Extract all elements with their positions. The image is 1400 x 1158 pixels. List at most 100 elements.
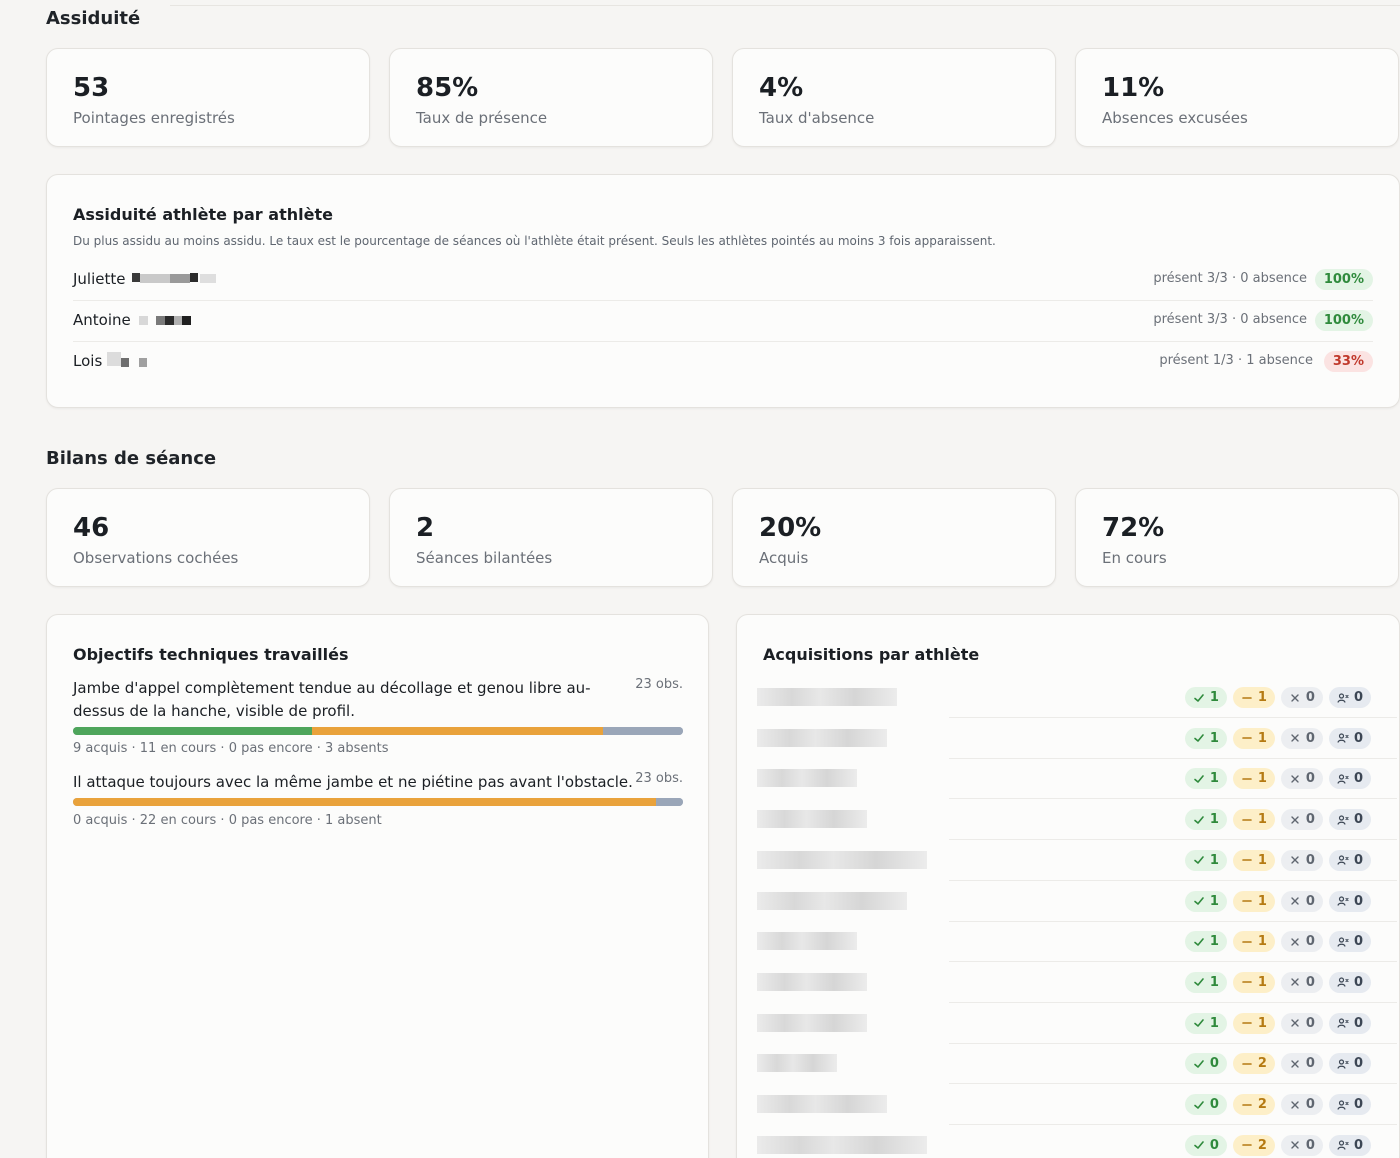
in-progress-count: 2 bbox=[1257, 1056, 1267, 1072]
objective-stats: 9 acquis · 11 en cours · 0 pas encore · … bbox=[73, 741, 389, 756]
in-progress-count: 1 bbox=[1257, 1015, 1267, 1031]
acquisition-row: 1 1 0 0 bbox=[737, 881, 1397, 922]
in-progress-chip: 1 bbox=[1232, 890, 1275, 912]
absent-chip: 0 bbox=[1328, 1012, 1371, 1034]
stat-label: En cours bbox=[1102, 549, 1167, 567]
in-progress-count: 1 bbox=[1257, 974, 1267, 990]
attendance-detail: présent 3/3 · 0 absence bbox=[1153, 312, 1307, 327]
acquisition-row: 0 2 0 0 bbox=[737, 1043, 1397, 1085]
close-icon bbox=[1289, 1017, 1301, 1029]
absent-chip: 0 bbox=[1328, 809, 1371, 831]
check-icon bbox=[1193, 732, 1205, 744]
in-progress-chip: 1 bbox=[1232, 809, 1275, 831]
acquired-count: 0 bbox=[1209, 1137, 1219, 1153]
redacted-surname bbox=[139, 313, 191, 326]
athlete-name: Lois bbox=[73, 352, 103, 370]
acquired-count: 0 bbox=[1209, 1056, 1219, 1072]
close-icon bbox=[1289, 732, 1301, 744]
user-absent-icon bbox=[1337, 1099, 1349, 1111]
attendance-rate-badge: 100% bbox=[1314, 269, 1373, 290]
in-progress-chip: 1 bbox=[1232, 687, 1275, 708]
user-absent-icon bbox=[1337, 895, 1349, 907]
stat-value: 2 bbox=[416, 513, 435, 543]
close-icon bbox=[1289, 692, 1301, 704]
stat-card-reviewed-sessions: 2 Séances bilantées bbox=[389, 488, 713, 587]
absent-chip: 0 bbox=[1328, 971, 1371, 993]
not-yet-chip: 0 bbox=[1280, 890, 1323, 912]
bar-segment-acquired bbox=[73, 727, 312, 735]
in-progress-count: 1 bbox=[1257, 771, 1267, 787]
not-yet-count: 0 bbox=[1305, 690, 1315, 705]
attendance-rate-badge: 100% bbox=[1314, 310, 1373, 331]
dash-icon bbox=[1241, 773, 1253, 785]
in-progress-chip: 2 bbox=[1232, 1094, 1275, 1115]
not-yet-chip: 0 bbox=[1280, 727, 1323, 749]
stat-value: 4% bbox=[759, 73, 804, 103]
absent-chip: 0 bbox=[1328, 1094, 1371, 1115]
user-absent-icon bbox=[1337, 814, 1349, 826]
absent-chip: 0 bbox=[1328, 849, 1371, 871]
not-yet-chip: 0 bbox=[1280, 971, 1323, 993]
stat-value: 72% bbox=[1102, 513, 1165, 543]
objective-obs-count: 23 obs. bbox=[635, 771, 683, 786]
stat-value: 53 bbox=[73, 73, 110, 103]
not-yet-chip: 0 bbox=[1280, 687, 1323, 708]
stat-value: 20% bbox=[759, 513, 822, 543]
dash-icon bbox=[1241, 1139, 1253, 1151]
acquisition-badges: 1 1 0 0 bbox=[1184, 768, 1371, 790]
redacted-surname bbox=[132, 272, 216, 285]
stat-value: 46 bbox=[73, 513, 110, 543]
acquisition-badges: 1 1 0 0 bbox=[1184, 849, 1371, 871]
bar-segment-in-progress bbox=[311, 727, 604, 735]
absent-chip: 0 bbox=[1328, 890, 1371, 912]
dash-icon bbox=[1241, 895, 1253, 907]
redacted-athlete-name bbox=[757, 932, 857, 951]
user-absent-icon bbox=[1337, 854, 1349, 866]
dash-icon bbox=[1241, 976, 1253, 988]
close-icon bbox=[1289, 1099, 1301, 1111]
acquisition-badges: 1 1 0 0 bbox=[1184, 809, 1371, 831]
user-absent-icon bbox=[1337, 732, 1349, 744]
stat-label: Taux de présence bbox=[416, 109, 548, 127]
in-progress-chip: 2 bbox=[1232, 1053, 1275, 1075]
acquisition-row: 1 1 0 0 bbox=[737, 840, 1397, 881]
not-yet-count: 0 bbox=[1305, 893, 1315, 909]
close-icon bbox=[1289, 895, 1301, 907]
redacted-athlete-name bbox=[757, 1054, 837, 1073]
absent-chip: 0 bbox=[1328, 1134, 1371, 1156]
check-icon bbox=[1193, 976, 1205, 988]
stat-label: Absences excusées bbox=[1102, 109, 1248, 127]
stat-card-presence-rate: 85% Taux de présence bbox=[389, 48, 713, 147]
not-yet-count: 0 bbox=[1305, 1056, 1315, 1072]
in-progress-count: 1 bbox=[1257, 893, 1267, 909]
acquisition-badges: 1 1 0 0 bbox=[1184, 931, 1371, 953]
acquisition-badges: 1 1 0 0 bbox=[1184, 971, 1371, 993]
absent-count: 0 bbox=[1353, 852, 1363, 868]
in-progress-count: 1 bbox=[1257, 934, 1267, 950]
objective-item: Jambe d'appel complètement tendue au déc… bbox=[73, 677, 683, 757]
not-yet-chip: 0 bbox=[1280, 931, 1323, 953]
redacted-athlete-name bbox=[757, 891, 907, 910]
stat-card-records: 53 Pointages enregistrés bbox=[46, 48, 370, 147]
redacted-athlete-name bbox=[757, 850, 927, 869]
objective-text: Il attaque toujours avec la même jambe e… bbox=[73, 773, 633, 791]
absent-count: 0 bbox=[1353, 934, 1363, 950]
acquired-count: 1 bbox=[1209, 974, 1219, 990]
close-icon bbox=[1289, 814, 1301, 826]
stat-label: Acquis bbox=[759, 549, 809, 567]
acquired-chip: 1 bbox=[1184, 931, 1227, 953]
user-absent-icon bbox=[1337, 1058, 1349, 1070]
attendance-section-title: Assiduité bbox=[46, 8, 141, 29]
check-icon bbox=[1193, 814, 1205, 826]
absent-chip: 0 bbox=[1328, 1053, 1371, 1075]
check-icon bbox=[1193, 692, 1205, 704]
not-yet-count: 0 bbox=[1305, 1015, 1315, 1031]
not-yet-count: 0 bbox=[1305, 934, 1315, 950]
dash-icon bbox=[1241, 732, 1253, 744]
check-icon bbox=[1193, 936, 1205, 948]
user-absent-icon bbox=[1337, 692, 1349, 704]
stat-label: Séances bilantées bbox=[416, 549, 553, 567]
session-review-stats: 46 Observations cochées 2 Séances bilant… bbox=[46, 488, 1400, 587]
user-absent-icon bbox=[1337, 976, 1349, 988]
session-reviews-section-title: Bilans de séance bbox=[46, 448, 217, 469]
